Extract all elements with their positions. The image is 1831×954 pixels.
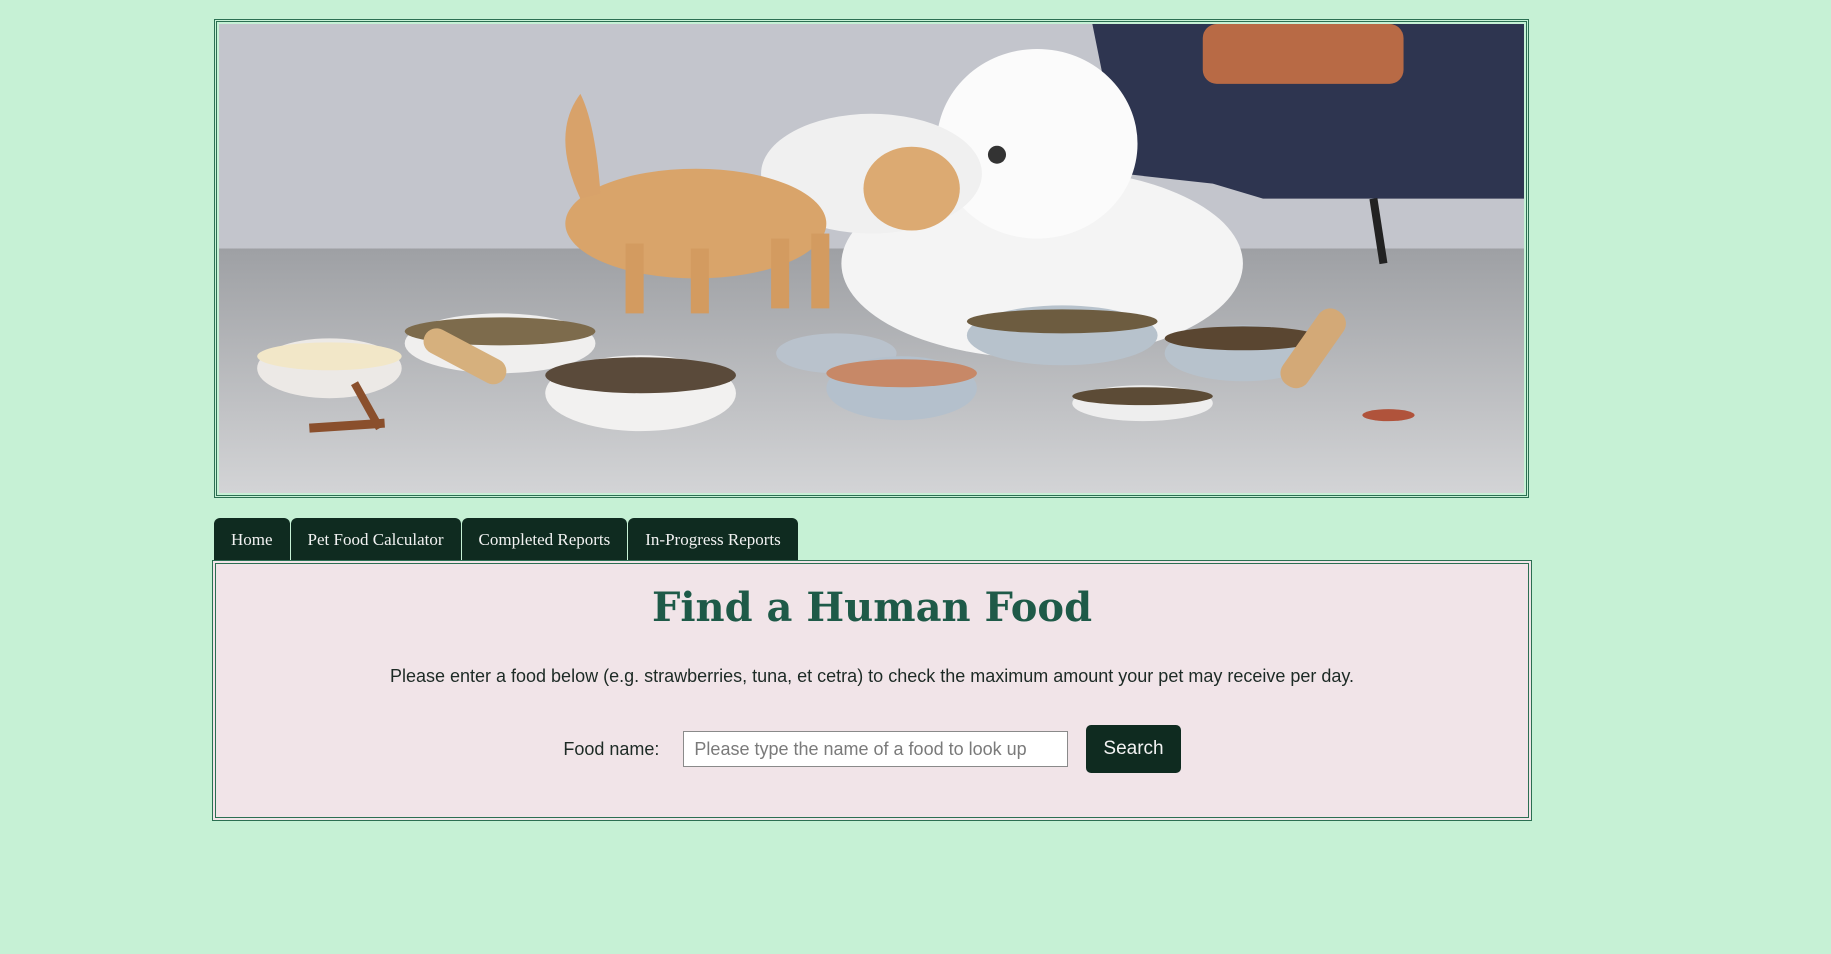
food-name-input[interactable] bbox=[683, 731, 1069, 767]
main-nav-tabs: Home Pet Food Calculator Completed Repor… bbox=[214, 518, 798, 560]
pets-food-banner-image bbox=[219, 24, 1524, 493]
tab-completed-reports[interactable]: Completed Reports bbox=[461, 518, 628, 560]
tab-home[interactable]: Home bbox=[214, 518, 290, 560]
page-description: Please enter a food below (e.g. strawber… bbox=[389, 666, 1355, 686]
food-name-label: Food name: bbox=[563, 738, 660, 759]
search-panel: Find a Human Food Please enter a food be… bbox=[212, 560, 1532, 821]
banner-illustration bbox=[219, 24, 1524, 493]
search-button[interactable]: Search bbox=[1086, 725, 1181, 773]
page-title: Find a Human Food bbox=[651, 584, 1093, 631]
tab-pet-food-calculator[interactable]: Pet Food Calculator bbox=[290, 518, 461, 560]
food-search-form: Food name: Search bbox=[216, 725, 1528, 773]
tab-in-progress-reports[interactable]: In-Progress Reports bbox=[628, 518, 798, 560]
hero-banner bbox=[214, 19, 1529, 498]
